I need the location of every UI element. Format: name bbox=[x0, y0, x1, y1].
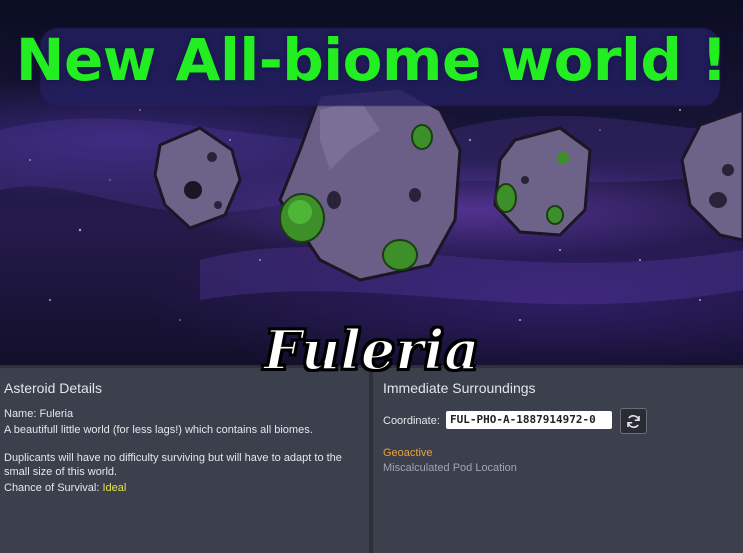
coordinate-label: Coordinate: bbox=[383, 415, 440, 427]
difficulty-text-line1: Duplicants will have no difficulty survi… bbox=[4, 452, 342, 464]
difficulty-text-line2: small size of this world. bbox=[4, 466, 118, 478]
asteroid-details-title: Asteroid Details bbox=[4, 380, 103, 396]
survival-value: Ideal bbox=[102, 482, 127, 494]
world-name-title: Fuleria bbox=[263, 317, 480, 383]
headline-text: New All-biome world ! bbox=[15, 26, 728, 94]
survival-chance: Chance of Survival: Ideal bbox=[4, 482, 126, 495]
immediate-surroundings-panel: Immediate Surroundings Coordinate: FUL-P… bbox=[373, 368, 743, 553]
asteroid-description: A beautifull little world (for less lags… bbox=[4, 424, 313, 436]
coordinate-field[interactable]: FUL-PHO-A-1887914972-0 bbox=[446, 411, 612, 429]
asteroid-name: Name: Fuleria bbox=[4, 408, 74, 420]
world-banner: New All-biome world ! bbox=[0, 0, 743, 366]
trait-geoactive[interactable]: Geoactive bbox=[383, 447, 433, 459]
reroll-button[interactable] bbox=[620, 408, 647, 434]
trait-miscalculated-pod[interactable]: Miscalculated Pod Location bbox=[383, 462, 517, 474]
asteroid-details-panel: Asteroid Details Name: Fuleria A beautif… bbox=[0, 368, 369, 553]
surroundings-title: Immediate Surroundings bbox=[383, 380, 536, 396]
refresh-icon bbox=[627, 414, 640, 428]
survival-label: Chance of Survival: bbox=[4, 482, 103, 494]
